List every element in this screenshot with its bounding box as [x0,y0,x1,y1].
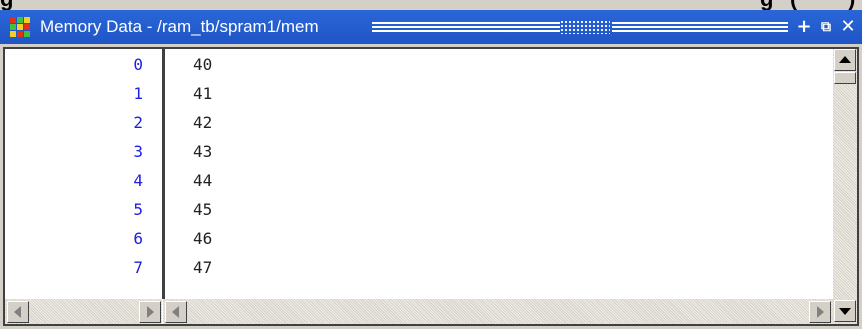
memory-value[interactable]: 41 [193,84,212,112]
vertical-scrollbar[interactable] [833,49,857,324]
arrow-right-icon [147,306,154,318]
cropped-caption: g g ( ) [0,0,862,10]
memory-address: 7 [133,258,143,277]
data-scroll-right-button[interactable] [809,301,831,323]
dock-button[interactable]: + [794,17,814,37]
address-scroll-left-button[interactable] [7,301,29,323]
title-grip [372,20,560,34]
memory-value[interactable]: 44 [193,171,212,199]
memory-data-window: Memory Data - /ram_tb/spram1/mem + ⧉ ✕ 0… [0,10,862,329]
memory-address: 0 [133,55,143,74]
scroll-down-button[interactable] [834,300,856,322]
memory-view: 0 40 1 41 2 42 3 43 4 44 5 45 6 46 7 47 [3,47,859,326]
memory-grid-icon [10,17,30,37]
undock-button[interactable]: ⧉ [816,17,836,37]
memory-value[interactable]: 43 [193,142,212,170]
memory-address: 5 [133,200,143,219]
address-horizontal-scrollbar[interactable] [5,299,162,324]
memory-address: 4 [133,171,143,190]
memory-value[interactable]: 42 [193,113,212,141]
title-bar[interactable]: Memory Data - /ram_tb/spram1/mem + ⧉ ✕ [0,10,862,44]
memory-address: 1 [133,84,143,103]
arrow-down-icon [839,308,851,315]
arrow-up-icon [839,56,851,63]
arrow-left-icon [14,306,21,318]
arrow-right-icon [817,306,824,318]
vertical-scroll-thumb[interactable] [834,72,856,84]
close-button[interactable]: ✕ [838,17,858,37]
address-scroll-right-button[interactable] [139,301,161,323]
memory-address: 2 [133,113,143,132]
memory-address: 6 [133,229,143,248]
data-scroll-left-button[interactable] [165,301,187,323]
window-title: Memory Data - /ram_tb/spram1/mem [40,17,319,36]
scroll-up-button[interactable] [834,49,856,71]
memory-value[interactable]: 47 [193,258,212,286]
title-grip-right [612,20,788,34]
arrow-left-icon [172,306,179,318]
data-pane [165,49,833,299]
memory-value[interactable]: 40 [193,55,212,83]
memory-value[interactable]: 45 [193,200,212,228]
data-horizontal-scrollbar[interactable] [163,299,833,324]
memory-address: 3 [133,142,143,161]
grip-dots [560,20,610,34]
memory-value[interactable]: 46 [193,229,212,257]
